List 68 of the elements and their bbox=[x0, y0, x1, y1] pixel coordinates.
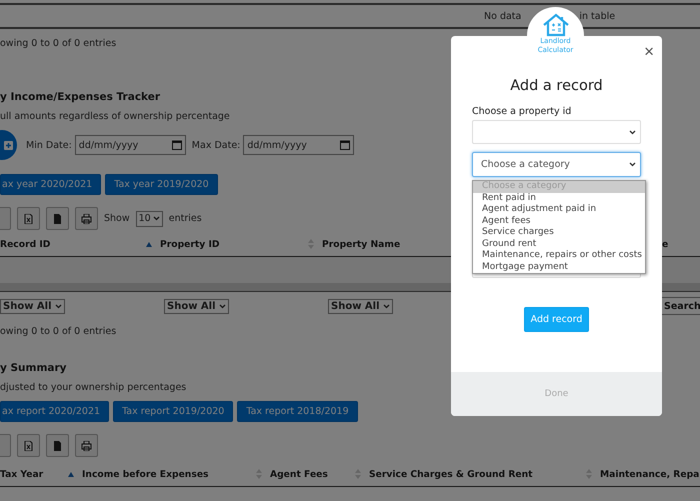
column-header[interactable]: Property Name bbox=[322, 238, 400, 250]
tax-year-button[interactable]: ax year 2020/2021 bbox=[0, 174, 102, 195]
min-date-field[interactable]: dd/mm/yyyy bbox=[74, 135, 186, 155]
close-button[interactable]: × bbox=[644, 42, 654, 62]
document-icon bbox=[52, 440, 63, 450]
spreadsheet-icon bbox=[23, 440, 34, 450]
chevron-down-icon bbox=[218, 304, 226, 308]
chevron-down-icon bbox=[629, 162, 636, 167]
entries-label: entries bbox=[168, 213, 202, 224]
column-header[interactable]: e bbox=[662, 238, 668, 250]
property-label: Choose a property id bbox=[472, 106, 572, 117]
show-label: Show bbox=[104, 213, 130, 224]
calendar-icon bbox=[340, 140, 350, 150]
empty-table-message: in table bbox=[579, 10, 616, 22]
document-button[interactable] bbox=[46, 207, 69, 230]
tax-report-button[interactable]: Tax report 2018/2019 bbox=[237, 401, 358, 422]
calendar-icon bbox=[172, 140, 182, 150]
page-size-select[interactable]: 10 bbox=[136, 210, 163, 226]
dropdown-option[interactable]: Rent paid in bbox=[473, 192, 645, 204]
tax-report-button[interactable]: Tax report 2019/2020 bbox=[113, 401, 234, 422]
column-header[interactable]: Record ID bbox=[0, 238, 50, 250]
table-info: owing 0 to 0 of 0 entries bbox=[0, 38, 116, 49]
document-button[interactable] bbox=[46, 434, 69, 457]
sort-ascending-icon[interactable] bbox=[68, 472, 74, 476]
chevron-down-icon bbox=[629, 130, 636, 134]
max-date-label: Max Date: bbox=[192, 140, 240, 150]
min-date-label: Min Date: bbox=[26, 140, 72, 150]
document-icon bbox=[52, 214, 63, 224]
print-icon bbox=[81, 214, 92, 224]
max-date-field[interactable]: dd/mm/yyyy bbox=[243, 135, 354, 155]
sort-ascending-icon[interactable] bbox=[146, 242, 152, 246]
print-button[interactable] bbox=[75, 434, 98, 457]
empty-table-message: No data bbox=[484, 10, 522, 22]
dropdown-option[interactable]: Mortgage payment bbox=[473, 262, 645, 273]
add-record-button[interactable]: Add record bbox=[524, 307, 590, 332]
filter-select[interactable]: Show All bbox=[328, 298, 393, 314]
column-header[interactable]: Maintenance, Repai bbox=[600, 468, 700, 480]
column-header[interactable]: Agent Fees bbox=[270, 468, 328, 480]
dropdown-option[interactable]: Service charges bbox=[473, 227, 645, 238]
chevron-down-icon bbox=[54, 304, 62, 308]
column-header[interactable]: Tax Year bbox=[0, 468, 44, 480]
chevron-down-icon bbox=[152, 216, 160, 221]
print-icon bbox=[81, 440, 92, 450]
category-select[interactable]: Choose a category bbox=[472, 152, 641, 177]
dropdown-option[interactable]: Agent adjustment paid in bbox=[473, 204, 645, 216]
filter-select[interactable]: Show All bbox=[164, 298, 229, 314]
dropdown-option[interactable]: Maintenance, repairs or other costs bbox=[473, 250, 645, 262]
dropdown-option[interactable]: Ground rent bbox=[473, 238, 645, 250]
house-icon bbox=[542, 13, 570, 37]
section-subtitle: ull amounts regardless of ownership percentage bbox=[0, 111, 230, 122]
plus-icon bbox=[4, 140, 13, 150]
dialog-title: Add a record bbox=[509, 78, 604, 94]
print-button[interactable] bbox=[75, 207, 98, 230]
spreadsheet-button[interactable] bbox=[17, 434, 40, 457]
spreadsheet-button[interactable] bbox=[17, 207, 40, 230]
tax-year-button[interactable]: Tax year 2019/2020 bbox=[105, 174, 218, 195]
column-header[interactable]: Property ID bbox=[160, 238, 220, 250]
column-header[interactable]: Service Charges & Ground Rent bbox=[369, 468, 533, 480]
tax-report-button[interactable]: ax report 2020/2021 bbox=[0, 401, 110, 422]
section-subtitle: djusted to your ownership percentages bbox=[0, 382, 186, 393]
section-title: y Summary bbox=[0, 362, 67, 374]
section-title: y Income/Expenses Tracker bbox=[0, 91, 160, 103]
filter-select[interactable]: Show All bbox=[0, 298, 65, 314]
chevron-down-icon bbox=[382, 304, 390, 308]
spreadsheet-icon bbox=[23, 214, 34, 224]
column-header[interactable]: Income before Expenses bbox=[82, 468, 209, 480]
dropdown-option[interactable]: Agent fees bbox=[473, 216, 645, 227]
table-info: owing 0 to 0 of 0 entries bbox=[0, 326, 116, 337]
